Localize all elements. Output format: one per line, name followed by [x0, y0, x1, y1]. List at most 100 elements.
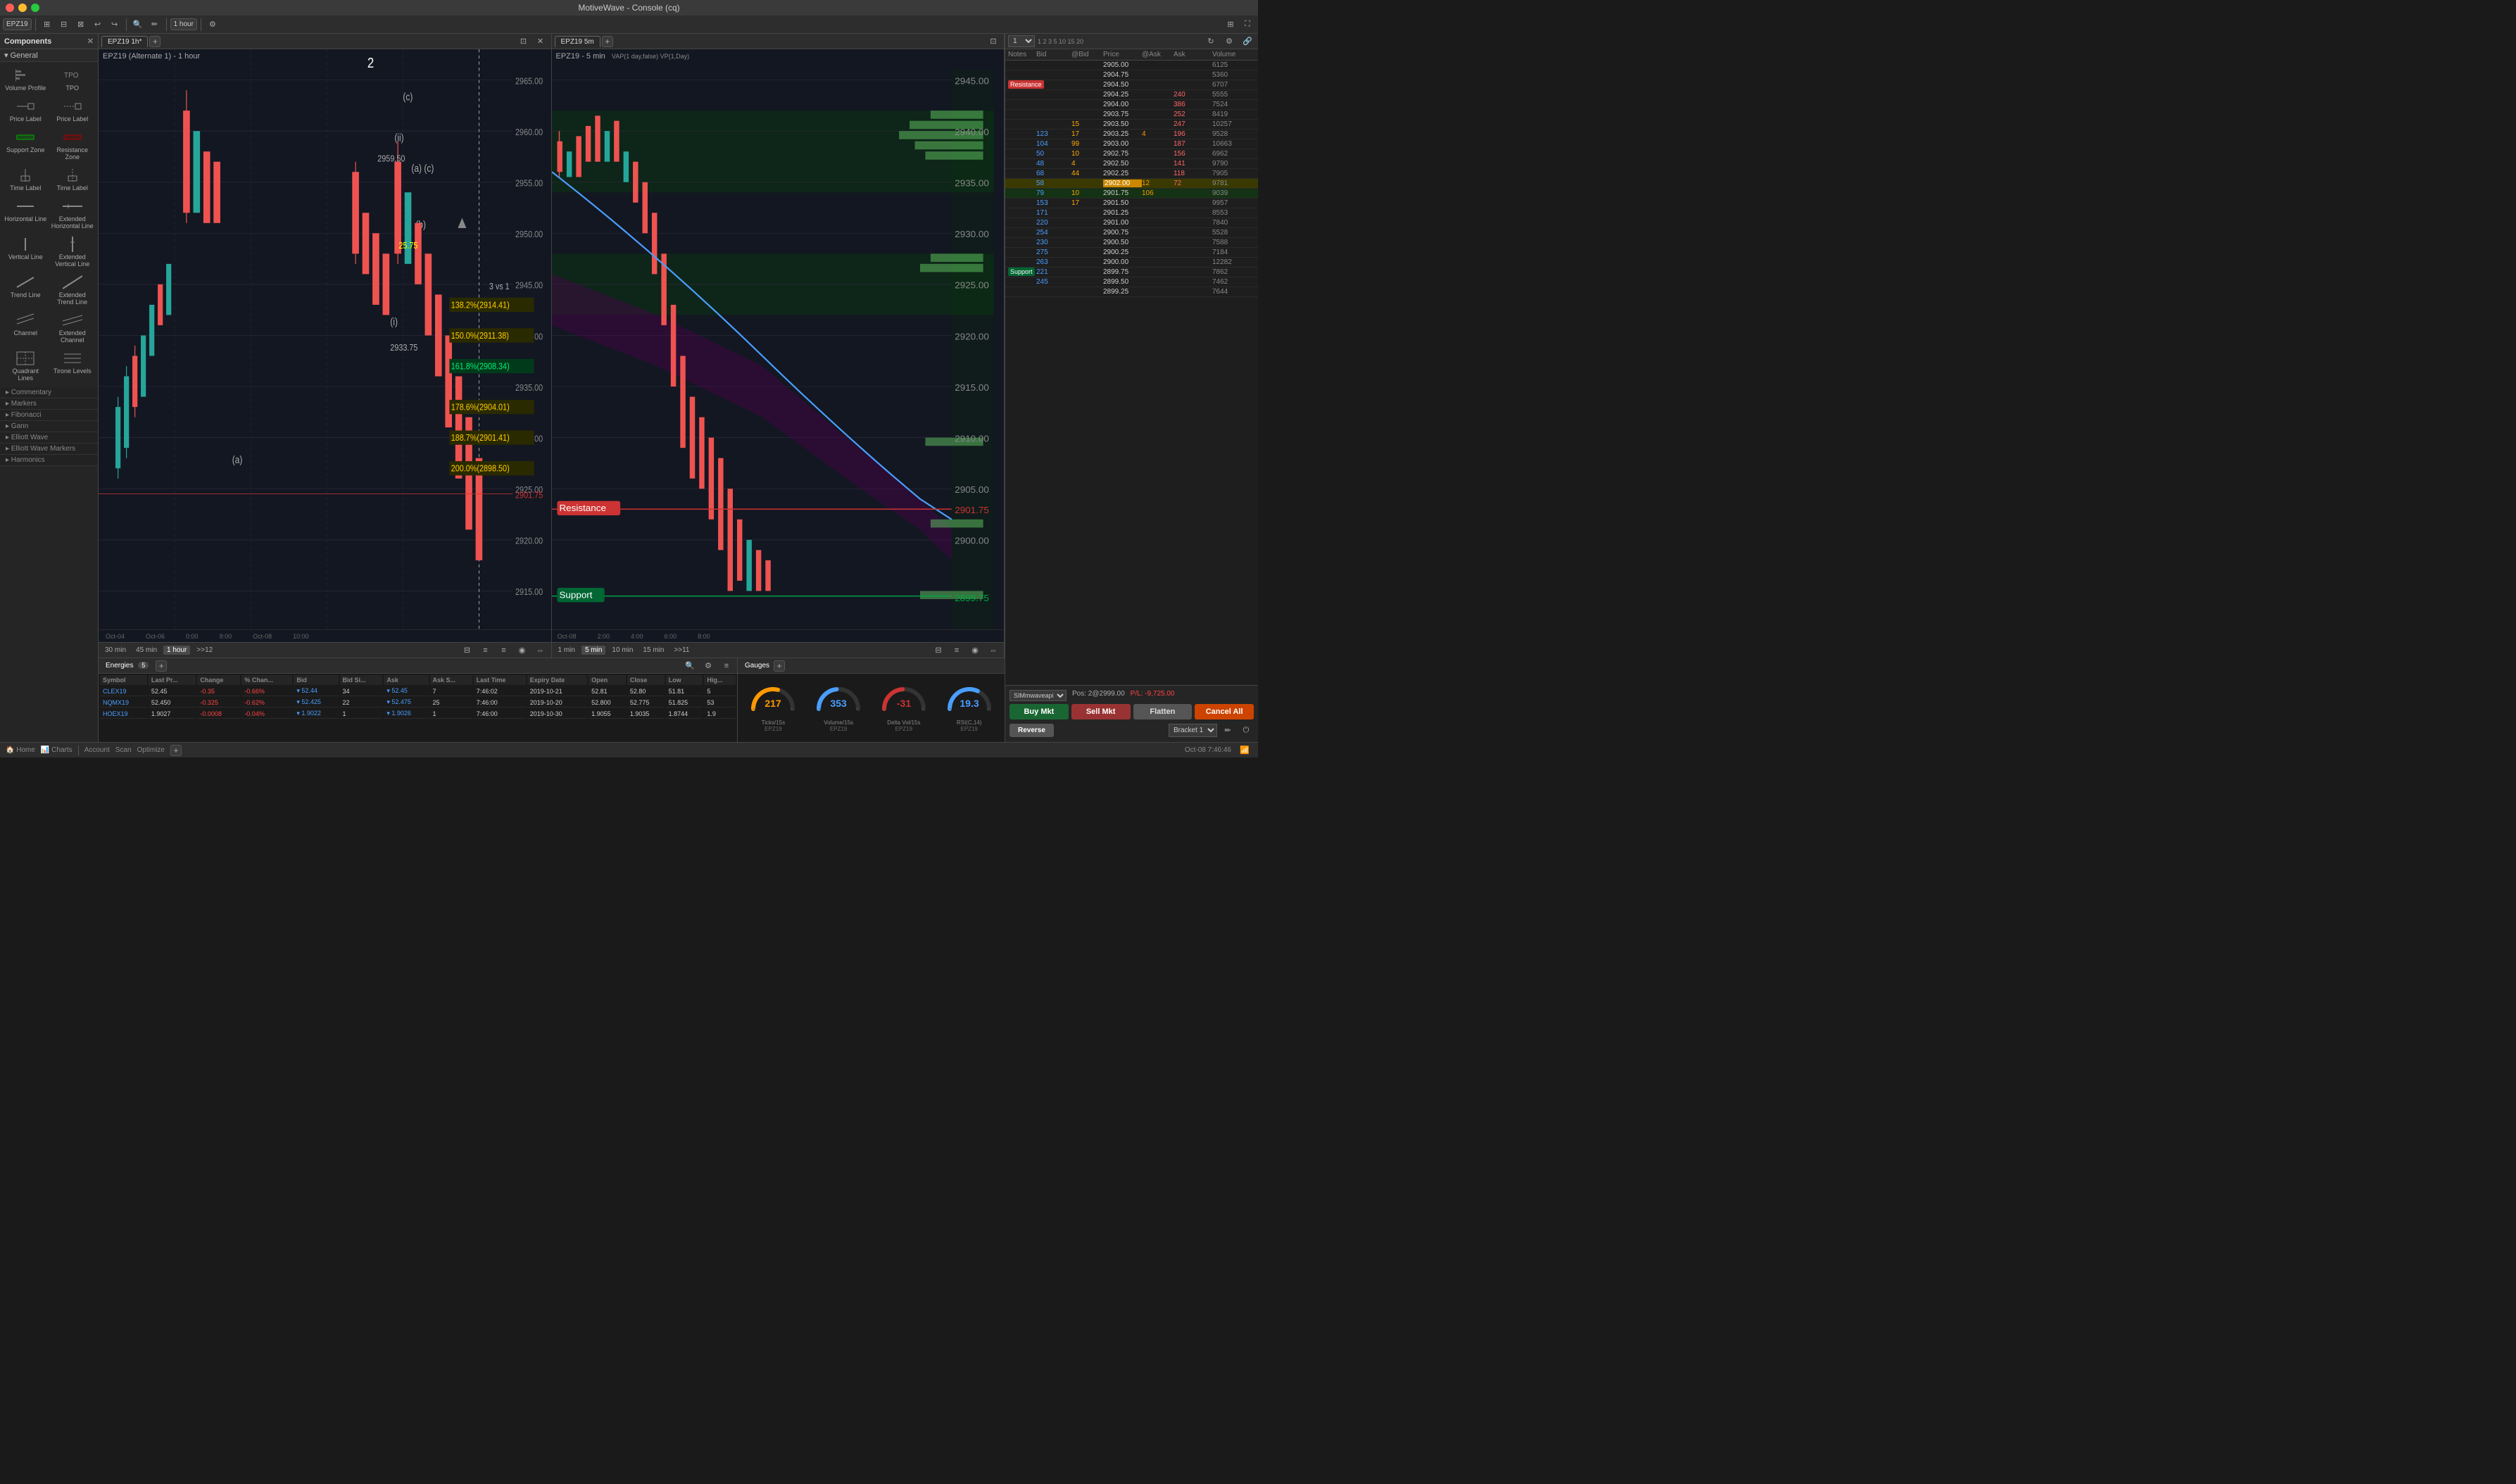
table-row[interactable]: 2904.75 5360	[1005, 70, 1258, 80]
energies-search-btn[interactable]: 🔍	[682, 658, 698, 674]
comp-time-label-2[interactable]: Time Label	[50, 165, 96, 194]
add-energies-btn[interactable]: +	[156, 660, 167, 672]
bracket-edit-btn[interactable]: ✏	[1220, 722, 1235, 738]
ob-link-btn[interactable]: 🔗	[1240, 34, 1255, 49]
ob-cell-price[interactable]: 2904.00	[1103, 101, 1142, 108]
comp-resistance-zone[interactable]: Resistance Zone	[50, 127, 96, 163]
minimize-button[interactable]	[18, 4, 27, 12]
table-row[interactable]: 48 4 2902.50 141 9790	[1005, 159, 1258, 169]
reverse-btn[interactable]: Reverse	[1009, 724, 1054, 737]
tf-30min[interactable]: 30 min	[101, 646, 130, 655]
table-row[interactable]: 230 2900.50 7588	[1005, 238, 1258, 248]
fullscreen-btn[interactable]: ⛶	[1240, 17, 1255, 32]
cancel-all-btn[interactable]: Cancel All	[1195, 704, 1254, 719]
toolbar-icon-3[interactable]: ⊠	[73, 17, 89, 32]
ob-cell-price[interactable]: 2905.00	[1103, 61, 1142, 69]
draw-tool-btn[interactable]: ✏	[147, 17, 163, 32]
tf-10min[interactable]: 10 min	[608, 646, 636, 655]
comp-tirone-levels[interactable]: Tirone Levels	[50, 348, 96, 384]
add-gauges-btn[interactable]: +	[774, 660, 785, 672]
table-row[interactable]: 2904.25 240 5555	[1005, 90, 1258, 100]
ob-cell-price[interactable]: 2900.25	[1103, 249, 1142, 256]
table-row[interactable]: 79 10 2901.75 106 9039	[1005, 189, 1258, 199]
sidebar-item-general[interactable]: ▾ General	[0, 49, 98, 62]
comp-volume-profile[interactable]: Volume Profile	[3, 65, 49, 94]
comp-extended-vertical-line[interactable]: Extended Vertical Line	[50, 234, 96, 270]
charts-tab[interactable]: 📊 Charts	[41, 746, 73, 754]
chart-1h-eye-btn[interactable]: ◉	[515, 643, 530, 658]
ob-cell-price[interactable]: 2904.25	[1103, 91, 1142, 99]
chart-1h-alerts-btn[interactable]: ≡	[496, 643, 512, 658]
comp-support-zone[interactable]: Support Zone	[3, 127, 49, 163]
tf-45min[interactable]: 45 min	[132, 646, 161, 655]
ob-settings-btn[interactable]: ⚙	[1221, 34, 1237, 49]
components-close-icon[interactable]: ✕	[87, 37, 94, 46]
level-selector[interactable]: 1235101520	[1008, 35, 1035, 47]
maximize-button[interactable]	[31, 4, 39, 12]
sidebar-item-elliott-wave[interactable]: ▸ Elliott Wave	[0, 432, 98, 444]
comp-tpo[interactable]: TPO TPO	[50, 65, 96, 94]
energies-settings-btn[interactable]: ⚙	[700, 658, 716, 674]
table-row[interactable]: 245 2899.50 7462	[1005, 277, 1258, 287]
chart-1h-close-btn[interactable]: ✕	[533, 34, 548, 49]
chart-1h-orders-btn[interactable]: ≡	[478, 643, 493, 658]
sidebar-item-gann[interactable]: ▸ Gann	[0, 421, 98, 432]
status-wifi-icon[interactable]: 📶	[1237, 743, 1252, 758]
ob-cell-price[interactable]: 2902.25	[1103, 170, 1142, 177]
account-link[interactable]: Account	[84, 746, 110, 754]
table-row[interactable]: 15 2903.50 247 10257	[1005, 120, 1258, 130]
ob-cell-price[interactable]: 2903.25	[1103, 130, 1142, 138]
list-item[interactable]: NQMX19 52.450 -0.325 -0.62% ▾ 52.425 22 …	[100, 698, 736, 708]
toolbar-icon-1[interactable]: ⊞	[39, 17, 55, 32]
add-chart-5m-btn[interactable]: +	[602, 36, 613, 47]
sell-mkt-btn[interactable]: Sell Mkt	[1071, 704, 1131, 719]
gauges-tab[interactable]: Gauges	[741, 660, 774, 671]
ob-cell-price[interactable]: 2902.75	[1103, 150, 1142, 158]
ob-cell-price[interactable]: 2899.75	[1103, 268, 1142, 276]
account-selector[interactable]: SIMmwaveapi	[1009, 690, 1067, 701]
energies-tab[interactable]: Energies 5	[101, 660, 153, 671]
bracket-selector[interactable]: Bracket 1 Bracket 2	[1169, 724, 1217, 737]
sidebar-item-fibonacci[interactable]: ▸ Fibonacci	[0, 410, 98, 421]
table-row[interactable]: 275 2900.25 7184	[1005, 248, 1258, 258]
chart-5m-lock-btn[interactable]: ⇔	[986, 643, 1001, 658]
comp-extended-channel[interactable]: Extended Channel	[50, 310, 96, 346]
table-row[interactable]: 2904.00 386 7524	[1005, 100, 1258, 110]
scan-link[interactable]: Scan	[115, 746, 132, 754]
table-row[interactable]: 220 2901.00 7840	[1005, 218, 1258, 228]
buy-mkt-btn[interactable]: Buy Mkt	[1009, 704, 1069, 719]
table-row[interactable]: 263 2900.00 12282	[1005, 258, 1258, 268]
energies-table-container[interactable]: Symbol Last Pr... Change % Chan... Bid B…	[99, 674, 737, 742]
tf-1hour[interactable]: 1 hour	[163, 646, 190, 655]
chart-1h-lock-btn[interactable]: ⇔	[533, 643, 548, 658]
ob-refresh-btn[interactable]: ↻	[1203, 34, 1219, 49]
table-row[interactable]: 104 99 2903.00 187 10663	[1005, 139, 1258, 149]
tf-more-5m[interactable]: >>11	[670, 646, 693, 655]
interval-selector[interactable]: 1 hour	[170, 18, 197, 30]
ob-cell-price[interactable]: 2902.00	[1103, 180, 1142, 187]
chart-5m-detach-btn[interactable]: ⊡	[986, 34, 1001, 49]
table-row[interactable]: 171 2901.25 8553	[1005, 208, 1258, 218]
comp-price-label-1[interactable]: Price Label	[3, 96, 49, 125]
toolbar-icon-2[interactable]: ⊟	[56, 17, 72, 32]
tf-1min[interactable]: 1 min	[555, 646, 579, 655]
toolbar-icon-5[interactable]: ↪	[107, 17, 122, 32]
comp-extended-trend-line[interactable]: Extended Trend Line	[50, 272, 96, 308]
ob-cell-price[interactable]: 2901.75	[1103, 189, 1142, 197]
ob-rows-container[interactable]: 2905.00 6125 2904.75 5360 Resistance 290…	[1005, 61, 1258, 685]
tf-more-1h[interactable]: >>12	[193, 646, 216, 655]
zoom-in-btn[interactable]: 🔍	[130, 17, 146, 32]
ob-cell-price[interactable]: 2903.75	[1103, 111, 1142, 118]
sidebar-item-elliott-wave-markers[interactable]: ▸ Elliott Wave Markers	[0, 444, 98, 455]
grid-layout-btn[interactable]: ⊞	[1223, 17, 1238, 32]
ob-cell-price[interactable]: 2901.25	[1103, 209, 1142, 217]
table-row[interactable]: 50 10 2902.75 156 6962	[1005, 149, 1258, 159]
table-row[interactable]: 58 2902.00 12 72 9781	[1005, 179, 1258, 189]
table-row[interactable]: 123 17 2903.25 4 196 9528	[1005, 130, 1258, 139]
comp-channel[interactable]: Channel	[3, 310, 49, 346]
chart-5m-settings[interactable]: ⊟	[931, 643, 946, 658]
sidebar-item-commentary[interactable]: ▸ Commentary	[0, 387, 98, 398]
ob-cell-price[interactable]: 2903.00	[1103, 140, 1142, 148]
ob-cell-price[interactable]: 2901.00	[1103, 219, 1142, 227]
table-row[interactable]: 68 44 2902.25 118 7905	[1005, 169, 1258, 179]
